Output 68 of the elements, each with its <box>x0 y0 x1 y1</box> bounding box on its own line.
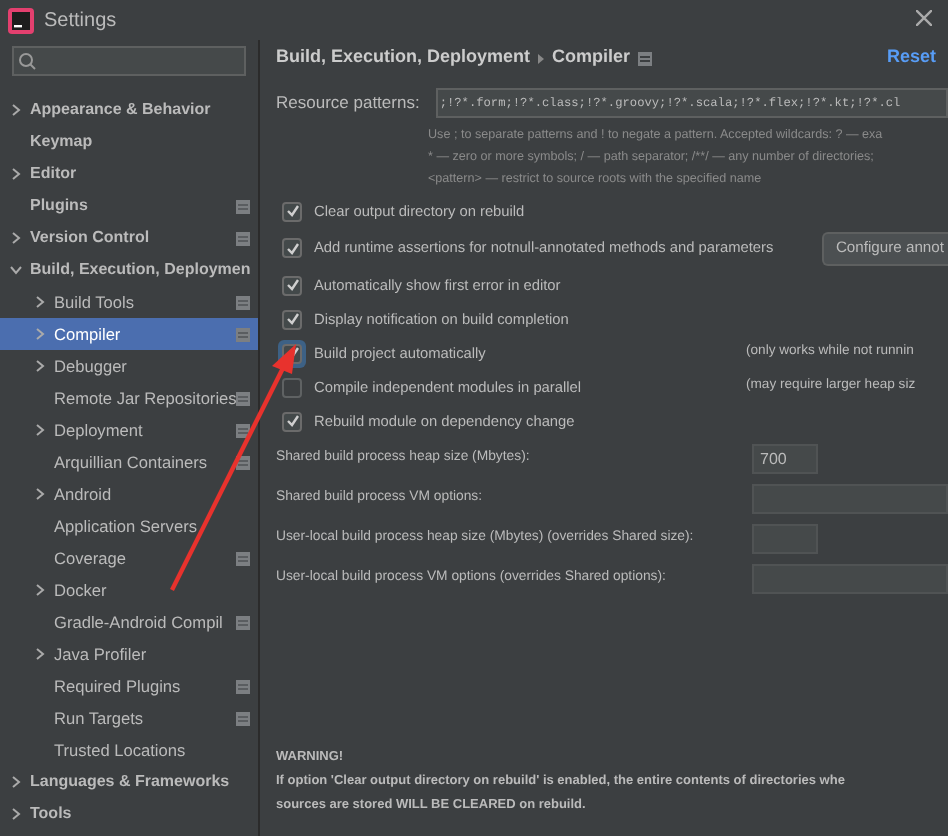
project-marker-icon <box>236 423 250 437</box>
chevron-right-icon[interactable] <box>9 104 21 116</box>
tree-item[interactable]: Version Control <box>0 222 258 254</box>
breadcrumb-current: Compiler <box>552 44 631 71</box>
project-marker-icon <box>236 679 250 693</box>
project-marker-icon <box>236 231 250 245</box>
tree-item[interactable]: Required Plugins <box>0 670 258 702</box>
chevron-right-icon[interactable] <box>34 296 46 308</box>
check-icon <box>285 414 299 428</box>
chevron-right-icon[interactable] <box>34 488 46 500</box>
reset-link[interactable]: Reset <box>886 44 936 72</box>
tree-item[interactable]: Run Targets <box>0 702 258 734</box>
checkbox[interactable] <box>282 309 302 329</box>
search-icon <box>18 52 38 70</box>
checkbox[interactable] <box>282 201 302 221</box>
field-label: Resource patterns: <box>276 90 420 116</box>
tree-item[interactable]: Deployment <box>0 414 258 446</box>
chevron-right-icon[interactable] <box>9 168 21 180</box>
check-icon <box>285 312 299 326</box>
project-marker-icon <box>236 615 250 629</box>
tree-item[interactable]: Compiler <box>0 318 258 350</box>
tree-item[interactable]: Build, Execution, Deploymen <box>0 254 258 286</box>
tree-item[interactable]: Remote Jar Repositories <box>0 382 258 414</box>
checkbox[interactable] <box>282 275 302 295</box>
tree-item[interactable]: Android <box>0 478 258 510</box>
tree-item[interactable]: Tools <box>0 798 258 830</box>
check-icon <box>285 204 299 218</box>
tree-item[interactable]: Plugins <box>0 190 258 222</box>
tree-item[interactable]: Build Tools <box>0 286 258 318</box>
project-marker-icon <box>236 199 250 213</box>
chevron-right-icon[interactable] <box>9 808 21 820</box>
check-icon <box>285 241 299 255</box>
tree-item[interactable]: Gradle-Android Compil <box>0 606 258 638</box>
tree-item[interactable]: Docker <box>0 574 258 606</box>
chevron-down-icon[interactable] <box>9 264 21 276</box>
chevron-right-icon[interactable] <box>34 584 46 596</box>
project-marker-icon <box>236 295 250 309</box>
project-marker-icon <box>638 51 653 65</box>
checkbox[interactable] <box>282 377 302 397</box>
tree-item[interactable]: Java Profiler <box>0 638 258 670</box>
tree-item[interactable]: Languages & Frameworks <box>0 766 258 798</box>
check-icon <box>285 278 299 292</box>
close-icon[interactable] <box>916 10 932 26</box>
chevron-right-icon[interactable] <box>34 424 46 436</box>
project-marker-icon <box>236 551 250 565</box>
checkbox[interactable] <box>282 238 302 258</box>
project-marker-icon <box>236 327 250 341</box>
tree-item[interactable]: Arquillian Containers <box>0 446 258 478</box>
window-title: Settings <box>44 7 117 35</box>
project-marker-icon <box>236 391 251 405</box>
tree-item[interactable]: Application Servers <box>0 510 258 542</box>
tree-item[interactable]: Keymap <box>0 126 258 158</box>
checkbox[interactable] <box>282 411 302 431</box>
chevron-right-icon <box>538 53 545 63</box>
chevron-right-icon[interactable] <box>9 776 21 788</box>
tree-item[interactable]: Editor <box>0 158 258 190</box>
tree-item[interactable]: Debugger <box>0 350 258 382</box>
breadcrumb-link[interactable]: Build, Execution, Deployment <box>276 44 531 72</box>
tree-item[interactable]: Trusted Locations <box>0 734 258 766</box>
search-field[interactable] <box>12 46 246 76</box>
tree-item[interactable]: Coverage <box>0 542 258 574</box>
chevron-right-icon[interactable] <box>34 648 46 660</box>
input-field[interactable]: 700 <box>752 444 818 474</box>
chevron-right-icon[interactable] <box>34 360 46 372</box>
app-logo-icon <box>8 7 34 33</box>
tree-item[interactable]: Appearance & Behavior <box>0 94 258 126</box>
project-marker-icon <box>236 711 250 725</box>
chevron-right-icon[interactable] <box>9 232 21 244</box>
